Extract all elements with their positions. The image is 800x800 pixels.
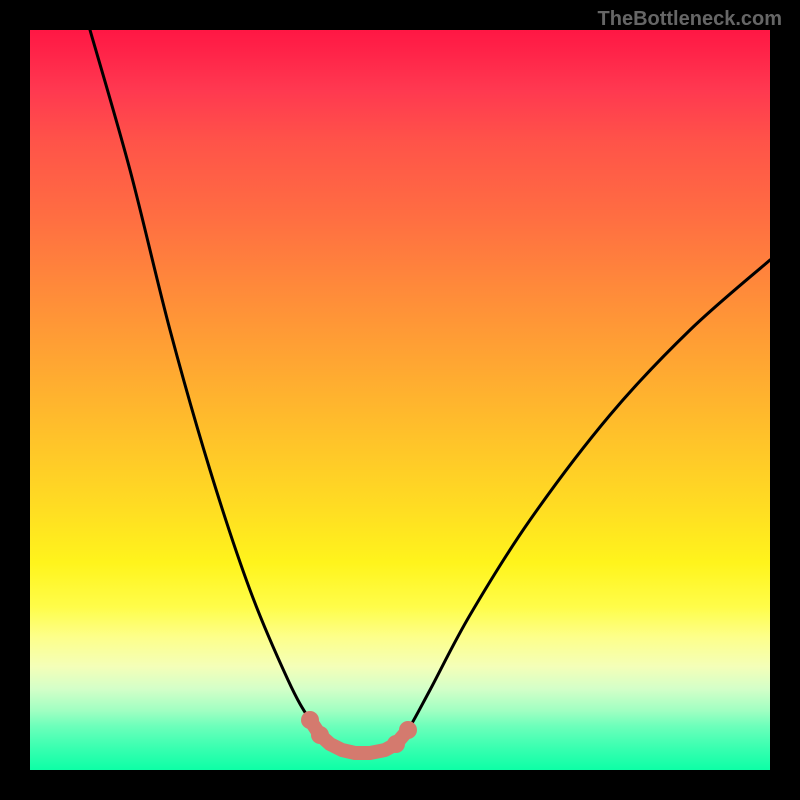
highlighted-markers bbox=[301, 711, 417, 753]
marker-dot bbox=[311, 726, 329, 744]
marker-dot bbox=[399, 721, 417, 739]
watermark-text: TheBottleneck.com bbox=[598, 8, 782, 31]
marker-dot bbox=[301, 711, 319, 729]
chart-svg bbox=[30, 30, 770, 770]
marker-dot bbox=[387, 735, 405, 753]
bottleneck-curve bbox=[90, 30, 770, 753]
chart-area bbox=[30, 30, 770, 770]
